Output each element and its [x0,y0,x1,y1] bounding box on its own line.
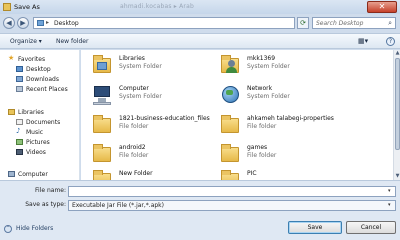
file-name-label: File name: [35,187,66,194]
window-title: Save As [14,3,40,11]
save-type-select[interactable]: Executable Jar File (*.jar,*.apk) [68,200,396,211]
list-item-mkk1369[interactable]: mkk1369 System Folder [219,52,369,78]
scrollbar-thumb[interactable] [395,58,400,150]
folder-icon [91,114,113,134]
scroll-down-icon[interactable]: ▼ [394,173,400,180]
file-name-input[interactable] [68,186,396,197]
help-icon[interactable]: ? [386,37,395,46]
folder-icon [219,114,241,134]
view-options-icon[interactable]: ▦▾ [358,37,368,45]
search-placeholder: Search Desktop [316,20,364,27]
title-bar: Save As ahmadi.kocabas ▸ Arab ✕ [0,0,400,14]
music-icon: ♪ [16,127,21,135]
libraries-icon [8,109,15,115]
address-bar: ◀ ▶ ▸ Desktop ⟳ Search Desktop ⌕ [0,14,400,32]
organize-button[interactable]: Organize ▾ [10,38,42,45]
user-folder-icon [219,54,241,74]
file-name-dropdown-icon[interactable]: ▾ [388,188,399,194]
save-form: File name: ▾ Save as type: Executable Ja… [0,180,400,240]
downloads-icon [16,76,23,82]
command-toolbar: Organize ▾ New folder ▦▾ ? [0,33,400,49]
hide-folders-chevron-icon[interactable]: ˄ [4,225,12,233]
navigation-pane: ★ Favorites Desktop Downloads Recent Pla… [0,50,80,180]
window-icon [3,3,11,11]
folder-icon [91,143,113,163]
desktop-icon [37,20,44,26]
list-item-network[interactable]: Network System Folder [219,82,369,108]
recent-places-icon [16,86,23,92]
folder-icon [91,169,113,180]
search-icon[interactable]: ⌕ [388,19,392,28]
list-item-games[interactable]: games File folder [219,141,369,167]
pictures-icon [16,139,23,145]
documents-icon [16,119,23,125]
desktop-icon [16,66,23,72]
save-type-value: Executable Jar File (*.jar,*.apk) [72,202,164,209]
breadcrumb-desktop[interactable]: Desktop [54,20,79,27]
libraries-icon [91,54,113,74]
list-item-ahkameh-talabegi-properties[interactable]: ahkameh talabegi-properties File folder [219,112,369,138]
breadcrumb[interactable]: ▸ Desktop [33,17,295,29]
computer-icon [91,84,113,105]
save-button[interactable]: Save [288,221,342,234]
save-type-dropdown-icon[interactable]: ▾ [388,202,399,208]
new-folder-button[interactable]: New folder [56,38,88,45]
close-button[interactable]: ✕ [367,1,397,13]
hide-folders-button[interactable]: Hide Folders [16,225,53,232]
window-faded-path: ahmadi.kocabas ▸ Arab [120,3,194,10]
forward-button[interactable]: ▶ [17,17,29,29]
computer-icon [8,171,15,177]
videos-icon [16,149,23,155]
breadcrumb-separator-icon[interactable]: ▸ [46,19,49,26]
star-icon: ★ [8,54,15,62]
cancel-button[interactable]: Cancel [346,221,396,234]
scroll-up-icon[interactable]: ▲ [394,50,400,57]
folder-icon [219,169,241,180]
file-list: Libraries System Folder mkk1369 System F… [81,50,393,180]
network-icon [219,84,241,104]
save-type-label: Save as type: [25,201,66,208]
back-button[interactable]: ◀ [3,17,15,29]
search-input[interactable]: Search Desktop ⌕ [312,17,396,29]
folder-icon [219,143,241,163]
vertical-scrollbar[interactable]: ▲ ▼ [393,50,400,180]
refresh-button[interactable]: ⟳ [297,17,309,29]
list-item-pic[interactable]: PIC [219,167,369,180]
